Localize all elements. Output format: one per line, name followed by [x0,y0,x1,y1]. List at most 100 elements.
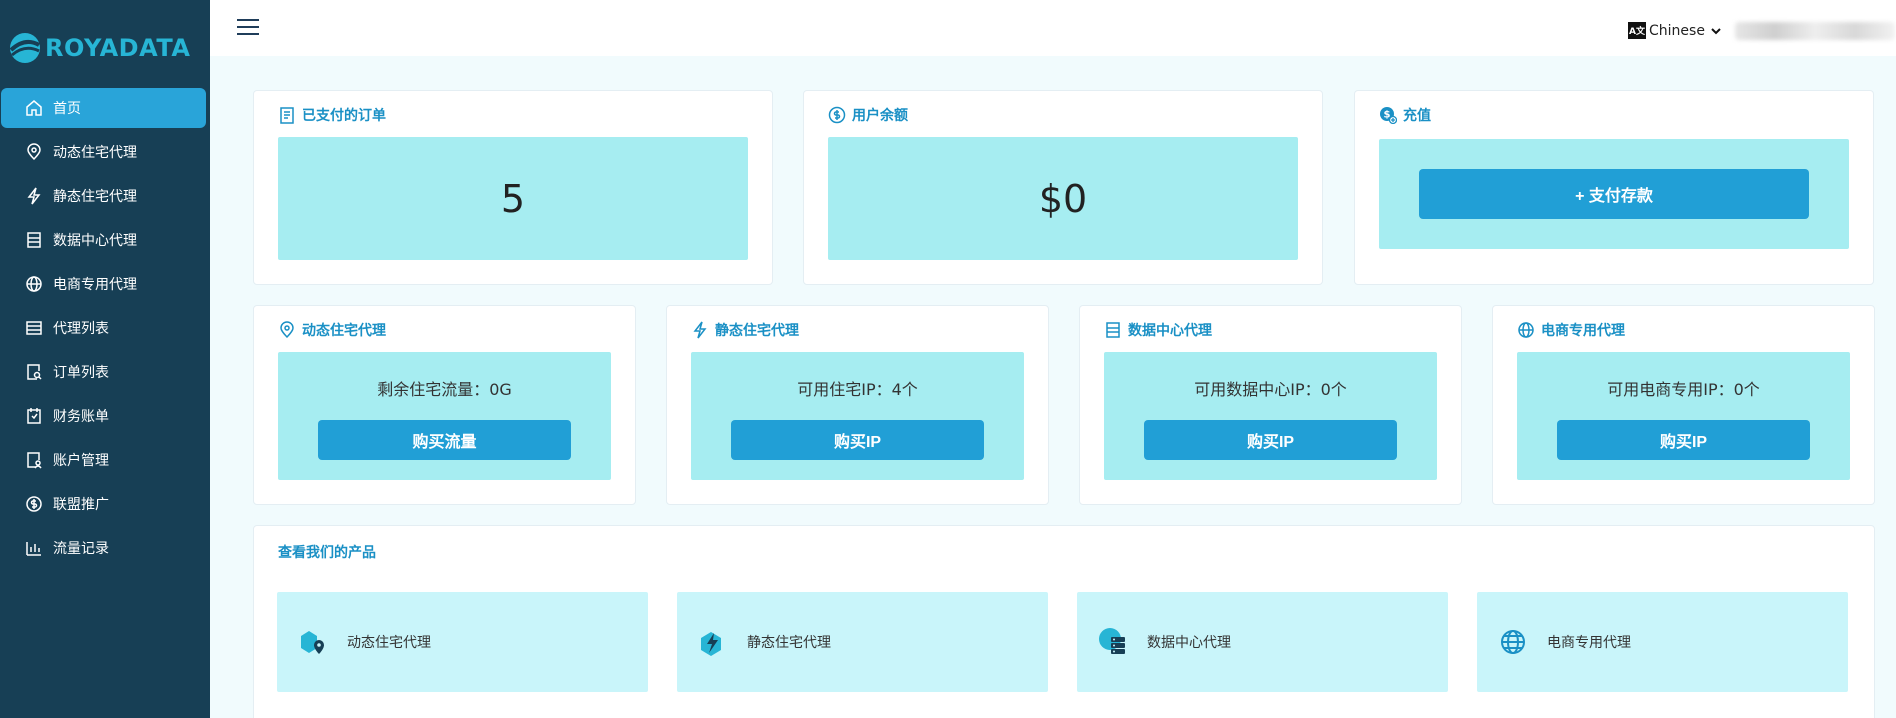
language-selector[interactable]: A文 Chinese [1628,22,1721,39]
card-title: 已支付的订单 [278,105,386,125]
sidebar-item-label: 动态住宅代理 [53,145,137,161]
server-icon [1104,321,1122,339]
sidebar-item-static-residential[interactable]: 静态住宅代理 [0,176,210,216]
buy-traffic-button[interactable]: 购买流量 [318,420,571,460]
recharge-box: + 支付存款 [1379,139,1849,249]
royadata-logo-icon [9,33,40,63]
sidebar-item-label: 订单列表 [53,365,109,381]
sidebar-item-dynamic-residential[interactable]: 动态住宅代理 [0,132,210,172]
buy-ip-button[interactable]: 购买IP [1557,420,1810,460]
recharge-icon: $ [1379,106,1397,124]
home-icon [25,99,43,117]
sidebar-item-traffic-log[interactable]: 流量记录 [0,528,210,568]
server-icon [25,231,43,249]
catalog-tile-label: 动态住宅代理 [347,635,431,651]
sidebar-item-finance-bill[interactable]: 财务账单 [0,396,210,436]
catalog-tile-static-residential[interactable]: 静态住宅代理 [677,592,1048,692]
card-ecommerce: 电商专用代理 可用电商专用IP：0个 购买IP [1492,305,1875,505]
card-paid-orders: 已支付的订单 5 [253,90,773,285]
paid-orders-title: 已支付的订单 [302,108,386,124]
order-search-icon [25,363,43,381]
lightning-icon [691,321,709,339]
catalog-title: 查看我们的产品 [278,545,376,561]
sidebar-item-label: 账户管理 [53,453,109,469]
lightning-icon [25,187,43,205]
sidebar-item-label: 数据中心代理 [53,233,137,249]
sidebar-item-home[interactable]: 首页 [1,88,206,128]
card-title: 用户余额 [828,105,908,125]
brand-name: ROYADATA [45,34,191,62]
product-title: 动态住宅代理 [302,323,386,339]
catalog-tile-label: 电商专用代理 [1547,635,1631,651]
card-dynamic-residential: 动态住宅代理 剩余住宅流量：0G 购买流量 [253,305,636,505]
sidebar-item-label: 财务账单 [53,409,109,425]
sidebar-item-account[interactable]: 账户管理 [0,440,210,480]
bar-chart-icon [25,539,43,557]
bill-icon [25,407,43,425]
sidebar-item-label: 静态住宅代理 [53,189,137,205]
card-static-residential: 静态住宅代理 可用住宅IP：4个 购买IP [666,305,1049,505]
sidebar-item-affiliate[interactable]: 联盟推广 [0,484,210,524]
datacenter-server-icon [1097,626,1129,658]
product-box: 可用数据中心IP：0个 购买IP [1104,352,1437,480]
sidebar-item-order-list[interactable]: 订单列表 [0,352,210,392]
sidebar-item-label: 电商专用代理 [53,277,137,293]
residential-location-icon [297,626,329,658]
sidebar-item-label: 联盟推广 [53,497,109,513]
card-title: $ 充值 [1379,105,1431,125]
sidebar-item-datacenter[interactable]: 数据中心代理 [0,220,210,260]
buy-ip-button[interactable]: 购买IP [731,420,984,460]
catalog-tile-dynamic-residential[interactable]: 动态住宅代理 [277,592,648,692]
list-icon [25,319,43,337]
paid-orders-box: 5 [278,137,748,260]
globe-icon [25,275,43,293]
sidebar-item-label: 流量记录 [53,541,109,557]
card-title: 数据中心代理 [1104,320,1212,340]
catalog-tile-label: 静态住宅代理 [747,635,831,651]
product-box: 可用电商专用IP：0个 购买IP [1517,352,1850,480]
sidebar-item-label: 首页 [53,101,81,117]
pay-deposit-button[interactable]: + 支付存款 [1419,169,1809,219]
card-datacenter: 数据中心代理 可用数据中心IP：0个 购买IP [1079,305,1462,505]
menu-toggle-icon[interactable] [237,19,259,37]
catalog-tile-ecommerce[interactable]: 电商专用代理 [1477,592,1848,692]
dollar-icon [828,106,846,124]
product-info: 可用电商专用IP：0个 [1607,380,1760,399]
product-info: 可用住宅IP：4个 [797,380,918,399]
product-title: 静态住宅代理 [715,323,799,339]
location-pin-icon [25,143,43,161]
catalog-tile-datacenter[interactable]: 数据中心代理 [1077,592,1448,692]
card-title: 电商专用代理 [1517,320,1625,340]
card-title: 动态住宅代理 [278,320,386,340]
topbar: A文 Chinese [210,0,1896,56]
buy-ip-button[interactable]: 购买IP [1144,420,1397,460]
sidebar-item-proxy-list[interactable]: 代理列表 [0,308,210,348]
sidebar-nav: 首页 动态住宅代理 静态住宅代理 数据中心代理 电商专用代理 代理列表 订单列表 [0,88,210,572]
product-title: 数据中心代理 [1128,323,1212,339]
ecommerce-globe-icon [1497,626,1529,658]
product-info: 可用数据中心IP：0个 [1194,380,1347,399]
catalog-tile-label: 数据中心代理 [1147,635,1231,651]
balance-value: $0 [1038,176,1088,221]
product-info: 剩余住宅流量：0G [377,380,512,399]
card-recharge: $ 充值 + 支付存款 [1354,90,1874,285]
product-box: 剩余住宅流量：0G 购买流量 [278,352,611,480]
balance-box: $0 [828,137,1298,260]
brand-logo[interactable]: ROYADATA [8,28,190,68]
product-title: 电商专用代理 [1541,323,1625,339]
dollar-icon [25,495,43,513]
chevron-down-icon [1711,27,1721,34]
language-label: Chinese [1649,22,1705,39]
user-menu[interactable] [1735,22,1895,40]
translate-icon: A文 [1628,22,1646,39]
product-box: 可用住宅IP：4个 购买IP [691,352,1024,480]
account-icon [25,451,43,469]
globe-icon [1517,321,1535,339]
sidebar: ROYADATA 首页 动态住宅代理 静态住宅代理 数据中心代理 电商专用代理 … [0,0,210,718]
balance-title: 用户余额 [852,108,908,124]
paid-orders-value: 5 [500,176,526,221]
recharge-title: 充值 [1403,108,1431,124]
sidebar-item-ecommerce[interactable]: 电商专用代理 [0,264,210,304]
sidebar-item-label: 代理列表 [53,321,109,337]
static-lightning-icon [697,626,729,658]
